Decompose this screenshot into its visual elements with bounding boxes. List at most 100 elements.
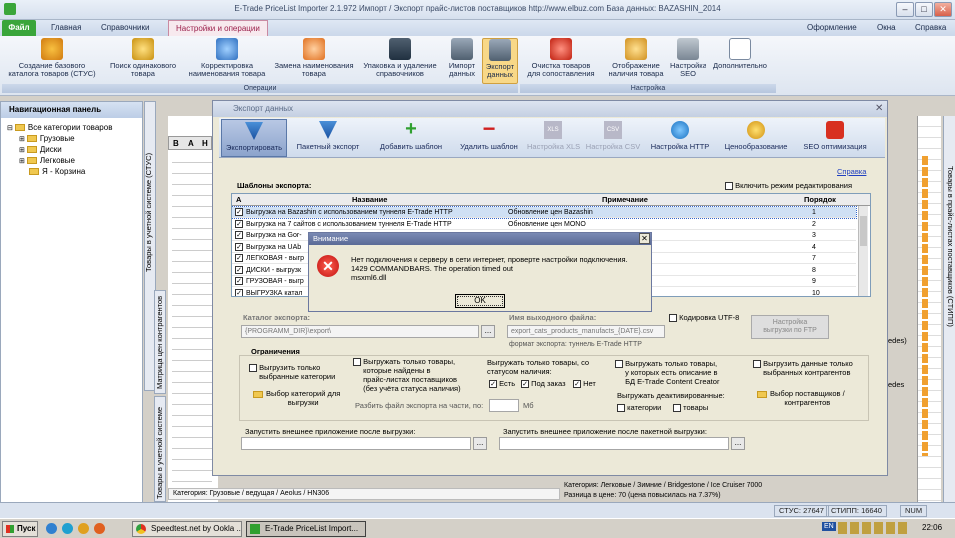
search-same-button[interactable]: Поиск одинакового товара [104, 38, 182, 84]
catalog-input[interactable]: {PROGRAMM_DIR}\export\ [241, 325, 479, 338]
row-checkbox[interactable]: ✓ [235, 265, 243, 274]
template-row[interactable]: ✓ Выгрузка на Bazashin с использованием … [232, 206, 857, 219]
choose-suppliers-button[interactable]: Выбор поставщиков / контрагентов [755, 389, 845, 407]
row-order: 2 [812, 220, 816, 228]
row-checkbox[interactable]: ✓ [235, 208, 243, 216]
row-checkbox[interactable]: ✓ [235, 231, 243, 239]
tree-root[interactable]: ⊟ Все категории товаров [7, 123, 112, 132]
batch-export-button[interactable]: Пакетный экспорт [291, 119, 365, 157]
deact-cats-checkbox[interactable]: категории [617, 403, 661, 413]
catalog-label: Каталог экспорта: [243, 313, 311, 322]
pack-delete-button[interactable]: Упаковка и удаление справочников [358, 38, 442, 84]
create-catalog-button[interactable]: Создание базового каталога товаров (СТУС… [4, 38, 100, 84]
found-in-prices-checkbox[interactable]: Выгружать только товары, которые найдены… [353, 357, 461, 393]
replace-icon [303, 38, 325, 60]
export-data-button[interactable]: Экспорт данных [482, 38, 518, 84]
file-name-input[interactable]: export_cats_products_manufacts_{DATE}.cs… [507, 325, 665, 338]
ok-button[interactable]: OK [455, 294, 505, 308]
messagebox-close-icon[interactable]: ✕ [639, 233, 650, 244]
row-checkbox[interactable]: ✓ [235, 277, 243, 285]
start-button[interactable]: Пуск [2, 521, 38, 537]
selected-contractors-checkbox[interactable]: Выгрузить данные только выбранных контра… [753, 359, 853, 377]
csv-settings-button[interactable]: CSV Настройка CSV [583, 119, 643, 157]
utf8-checkbox[interactable]: Кодировка UTF-8 [669, 313, 739, 323]
import-data-button[interactable]: Импорт данных [444, 38, 480, 84]
tree-item[interactable]: ⊞ Диски [19, 145, 62, 154]
row-checkbox[interactable]: ✓ [235, 288, 243, 296]
close-button[interactable]: ✕ [934, 2, 952, 17]
menu-help[interactable]: Справка [908, 20, 953, 36]
task-etrade[interactable]: E-Trade PriceList Import... [246, 521, 366, 537]
row-note: Обновление цен Bazashin [508, 209, 593, 216]
tray-language[interactable]: EN [822, 522, 836, 531]
tab-file[interactable]: Файл [2, 20, 36, 36]
extra-button[interactable]: Дополнительно [708, 38, 772, 84]
menu-design[interactable]: Оформление [800, 20, 864, 36]
dialog-title: Экспорт данных [213, 101, 887, 117]
quicklaunch-app-icon[interactable] [62, 523, 73, 534]
plus-icon: + [405, 118, 417, 140]
status-no-checkbox[interactable]: ✓ Нет [573, 379, 596, 389]
template-row[interactable]: ✓ Выгрузка на 7 сайтов с использованием … [232, 219, 856, 230]
ftp-settings-button[interactable]: Настройка выгрузки по FTP [751, 315, 829, 339]
tree-item[interactable]: ⊞ Грузовые [19, 134, 75, 143]
table-scrollbar[interactable] [858, 206, 868, 296]
table-header: А Название Примечание Порядок [232, 194, 870, 206]
side-tab-goods[interactable]: Товары в учетной системе [154, 396, 166, 502]
seo-optimization-button[interactable]: SEO оптимизация [799, 119, 871, 157]
help-link[interactable]: Справка [837, 167, 866, 176]
http-icon [671, 121, 689, 139]
run-after-browse-button[interactable]: ... [473, 437, 487, 450]
seo-settings-button[interactable]: Настройка SEO [670, 38, 706, 84]
deact-goods-checkbox[interactable]: товары [673, 403, 708, 413]
status-stus: СТУС: 27647 [774, 505, 829, 517]
with-description-checkbox[interactable]: Выгружать только товары, у которых есть … [615, 359, 719, 386]
delete-template-button[interactable]: − Удалить шаблон [455, 118, 523, 157]
split-input[interactable] [489, 399, 519, 412]
edes-text-2: edes [888, 380, 905, 389]
row-checkbox[interactable]: ✓ [235, 219, 243, 228]
choose-cats-button[interactable]: Выбор категорий для выгрузки [251, 389, 340, 407]
stipp-grid [917, 116, 941, 502]
tab-references[interactable]: Справочники [94, 20, 156, 36]
quicklaunch-ie-icon[interactable] [46, 523, 57, 534]
show-availability-button[interactable]: Отображение наличия товара [604, 38, 668, 84]
row-checkbox[interactable]: ✓ [235, 254, 243, 262]
run-after-batch-browse-button[interactable]: ... [731, 437, 745, 450]
seo-icon [677, 38, 699, 60]
tab-home[interactable]: Главная [44, 20, 88, 36]
maximize-button[interactable]: □ [915, 2, 933, 17]
row-note: Обновление цен MONO [508, 220, 586, 228]
run-after-batch-input[interactable] [499, 437, 729, 450]
tree-item[interactable]: Я - Корзина [27, 167, 85, 176]
tree-item[interactable]: ⊞ Легковые [19, 156, 75, 165]
clear-match-button[interactable]: Очистка товаров для сопоставления [522, 38, 600, 84]
quicklaunch-opera-icon[interactable] [78, 523, 89, 534]
add-template-button[interactable]: + Добавить шаблон [371, 119, 451, 157]
correct-names-button[interactable]: Корректировка наименования товара [184, 38, 270, 84]
side-tab-price-matrix[interactable]: Матрица цен контрагентов [154, 290, 166, 394]
edit-mode-checkbox[interactable]: Включить режим редактирования [725, 181, 852, 191]
http-settings-button[interactable]: Настройка HTTP [647, 119, 713, 157]
dialog-close-icon[interactable]: ✕ [875, 103, 883, 114]
folder-icon [29, 168, 39, 176]
catalog-browse-button[interactable]: ... [481, 325, 495, 338]
with-status-label: Выгружать только товары, со статусом нал… [487, 358, 590, 376]
replace-names-button[interactable]: Замена наименования товара [272, 38, 356, 84]
xls-settings-button[interactable]: XLS Настройка XLS [527, 119, 580, 157]
status-yes-checkbox[interactable]: ✓ Есть [489, 379, 515, 389]
quicklaunch-firefox-icon[interactable] [94, 523, 105, 534]
export-button[interactable]: Экспортировать [221, 119, 287, 157]
status-order-checkbox[interactable]: ✓ Под заказ [521, 379, 566, 389]
minimize-button[interactable]: – [896, 2, 914, 17]
pricing-button[interactable]: Ценообразование [717, 119, 795, 157]
side-tab-stipp[interactable]: Товары в прайс-листах поставщиков (СТИПП… [943, 116, 955, 502]
etrade-icon [250, 524, 260, 534]
row-checkbox[interactable]: ✓ [235, 242, 243, 251]
tab-settings-operations[interactable]: Настройки и операции [168, 20, 268, 36]
run-after-input[interactable] [241, 437, 471, 450]
only-selected-cats-checkbox[interactable]: Выгрузить только выбранные категории [249, 363, 335, 381]
task-speedtest[interactable]: Speedtest.net by Ookla ... [132, 521, 242, 537]
grid-checkbox-column[interactable] [172, 152, 212, 502]
menu-windows[interactable]: Окна [870, 20, 903, 36]
